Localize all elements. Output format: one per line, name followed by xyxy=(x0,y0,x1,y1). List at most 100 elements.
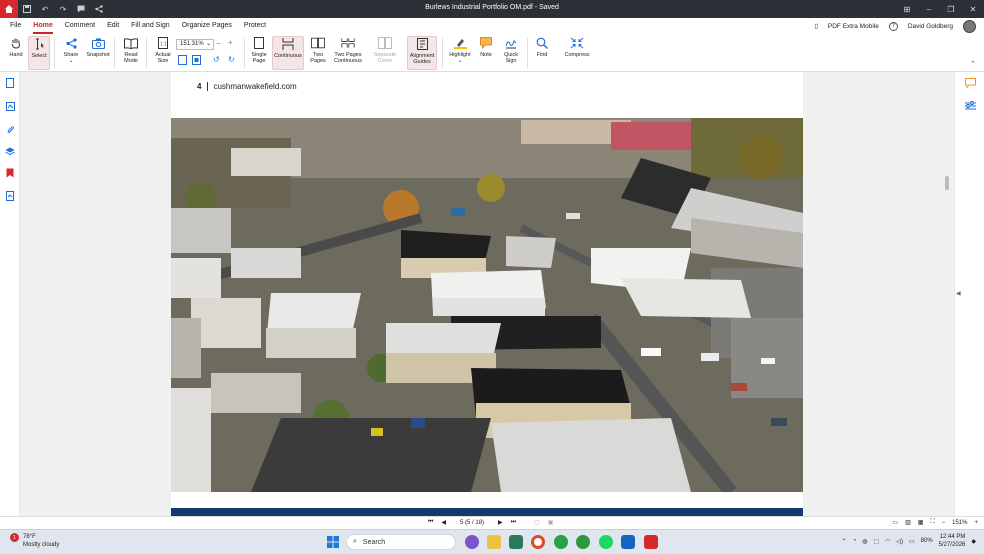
quick-sign-button[interactable]: Quick Sign xyxy=(500,36,522,64)
bookmark-icon[interactable] xyxy=(5,168,15,178)
bell-icon[interactable]: ◆ xyxy=(971,538,976,545)
menu-fill-and-sign[interactable]: Fill and Sign xyxy=(125,18,176,34)
pdf-extra-mobile-link[interactable]: PDF Extra Mobile xyxy=(828,23,879,30)
alignment-guides-button[interactable]: Alignment Guides xyxy=(407,36,437,70)
battery-icon[interactable]: ▭ xyxy=(909,538,915,545)
single-page-button[interactable]: Single Page xyxy=(249,36,269,64)
collapse-right-panel-icon[interactable]: ◀ xyxy=(956,290,961,297)
grid-view-icon[interactable]: ▦ xyxy=(918,519,924,526)
help-icon[interactable]: ? xyxy=(888,21,898,31)
page-view-icon[interactable]: ▢ xyxy=(534,519,540,526)
menu-protect[interactable]: Protect xyxy=(238,18,272,34)
menu-file[interactable]: File xyxy=(4,18,27,34)
note-button[interactable]: Note xyxy=(477,36,495,58)
attachments-icon[interactable] xyxy=(5,124,15,134)
zoom-out-button[interactable]: − xyxy=(216,39,221,48)
document-viewer[interactable]: 4 cushmanwakefield.com xyxy=(21,72,953,516)
highlight-button[interactable]: Highlight ⌄ xyxy=(447,36,473,64)
two-pages-button[interactable]: Two Pages xyxy=(307,36,329,64)
redo-icon[interactable]: ↷ xyxy=(54,0,72,18)
layers-icon[interactable] xyxy=(5,146,15,156)
maximize-button[interactable]: ❐ xyxy=(940,0,962,18)
zoom-select[interactable]: 151.31% ⌄ xyxy=(176,39,214,50)
menu-home[interactable]: Home xyxy=(27,18,58,34)
compress-icon xyxy=(570,36,584,50)
spotify-icon[interactable] xyxy=(599,535,613,549)
hand-tool-button[interactable]: Hand xyxy=(6,36,26,58)
camera-icon xyxy=(91,36,105,50)
network-icon[interactable]: ◔ xyxy=(853,538,857,544)
zoom-out-icon[interactable]: − xyxy=(942,520,946,526)
hand-icon xyxy=(9,36,23,50)
notification-icon[interactable]: ◍ xyxy=(862,538,867,545)
share-icon[interactable] xyxy=(90,0,108,18)
split-view-icon[interactable]: ▥ xyxy=(905,519,911,526)
grid-icon[interactable]: ⊞ xyxy=(896,0,918,18)
vertical-scrollbar-thumb[interactable] xyxy=(945,176,949,190)
page-url[interactable]: cushmanwakefield.com xyxy=(213,82,296,91)
chevron-up-icon[interactable]: ⌃ xyxy=(842,538,847,545)
avatar[interactable] xyxy=(963,19,976,33)
single-view-icon[interactable]: ▭ xyxy=(892,519,898,526)
minimize-button[interactable]: – xyxy=(918,0,940,18)
store-icon[interactable] xyxy=(509,535,523,549)
close-button[interactable]: ✕ xyxy=(962,0,984,18)
comment-icon[interactable] xyxy=(72,0,90,18)
menu-comment[interactable]: Comment xyxy=(59,18,101,34)
continuous-button[interactable]: Continuous xyxy=(272,36,304,70)
first-page-icon[interactable]: ⏮ xyxy=(428,519,433,526)
clock[interactable]: 12:44 PM 5/27/2026 xyxy=(939,533,966,549)
file-explorer-icon[interactable] xyxy=(487,535,501,549)
status-zoom[interactable]: 151% xyxy=(952,520,967,526)
compress-button[interactable]: Compress xyxy=(562,36,592,58)
properties-panel-icon[interactable] xyxy=(965,101,976,113)
rotate-right-icon[interactable]: ↻ xyxy=(228,55,235,64)
weather-badge: 1 xyxy=(10,533,19,542)
rotate-left-icon[interactable]: ↺ xyxy=(213,55,220,64)
volume-icon[interactable]: ◁) xyxy=(896,538,903,545)
previous-page-icon[interactable]: ◀ xyxy=(441,519,446,526)
taskbar-search[interactable]: ⌕ Search xyxy=(346,534,456,550)
two-pages-continuous-button[interactable]: Two Pages Continuous xyxy=(332,36,364,64)
wifi-icon[interactable]: ◠ xyxy=(885,538,890,545)
menu-organize-pages[interactable]: Organize Pages xyxy=(176,18,238,34)
mobile-icon[interactable]: ▯ xyxy=(814,22,818,30)
dropbox-icon[interactable]: ⬚ xyxy=(873,538,879,545)
user-name[interactable]: David Goldberg xyxy=(908,23,953,30)
fit-page-icon[interactable] xyxy=(192,55,201,67)
find-button[interactable]: Find xyxy=(533,36,551,58)
bookmarks-icon[interactable] xyxy=(5,101,15,111)
phone-link-icon[interactable] xyxy=(576,535,590,549)
undo-icon[interactable]: ↶ xyxy=(36,0,54,18)
chrome-icon[interactable] xyxy=(531,535,545,549)
page-view-alt-icon[interactable]: ▣ xyxy=(548,519,554,526)
home-icon[interactable] xyxy=(0,0,18,18)
share-button[interactable]: Share ⌄ xyxy=(60,36,82,64)
pdf-extra-icon[interactable] xyxy=(644,535,658,549)
actual-size-button[interactable]: 1:1 Actual Size xyxy=(152,36,174,64)
whatsapp-icon[interactable] xyxy=(554,535,568,549)
signatures-icon[interactable] xyxy=(5,191,15,201)
snapshot-button[interactable]: Snapshot xyxy=(86,36,110,58)
fullscreen-icon[interactable]: ⛶ xyxy=(930,519,934,526)
comments-panel-icon[interactable] xyxy=(965,78,976,90)
page-indicator[interactable]: 5 (5 / 18) xyxy=(460,520,484,526)
copilot-icon[interactable] xyxy=(465,535,479,549)
read-mode-button[interactable]: Read Mode xyxy=(120,36,142,64)
start-icon[interactable] xyxy=(326,535,340,549)
separate-cover-button[interactable]: Separate Cover xyxy=(371,36,399,64)
outlook-icon[interactable] xyxy=(621,535,635,549)
weather-widget[interactable]: 1 78°F Mostly cloudy xyxy=(10,533,59,549)
next-page-icon[interactable]: ▶ xyxy=(498,519,503,526)
last-page-icon[interactable]: ⏭ xyxy=(511,519,516,526)
fit-width-icon[interactable] xyxy=(178,55,187,67)
select-tool-button[interactable]: Select xyxy=(28,36,50,70)
menu-edit[interactable]: Edit xyxy=(101,18,125,34)
save-icon[interactable] xyxy=(18,0,36,18)
actual-size-icon: 1:1 xyxy=(156,36,170,50)
pages-icon[interactable] xyxy=(5,78,15,88)
zoom-in-button[interactable]: + xyxy=(228,38,233,47)
zoom-in-icon[interactable]: + xyxy=(974,520,978,526)
collapse-ribbon-icon[interactable]: ⌃ xyxy=(970,60,976,68)
system-tray: ⌃ ◔ ◍ ⬚ ◠ ◁) ▭ 80% 12:44 PM 5/27/2026 ◆ xyxy=(842,533,976,549)
